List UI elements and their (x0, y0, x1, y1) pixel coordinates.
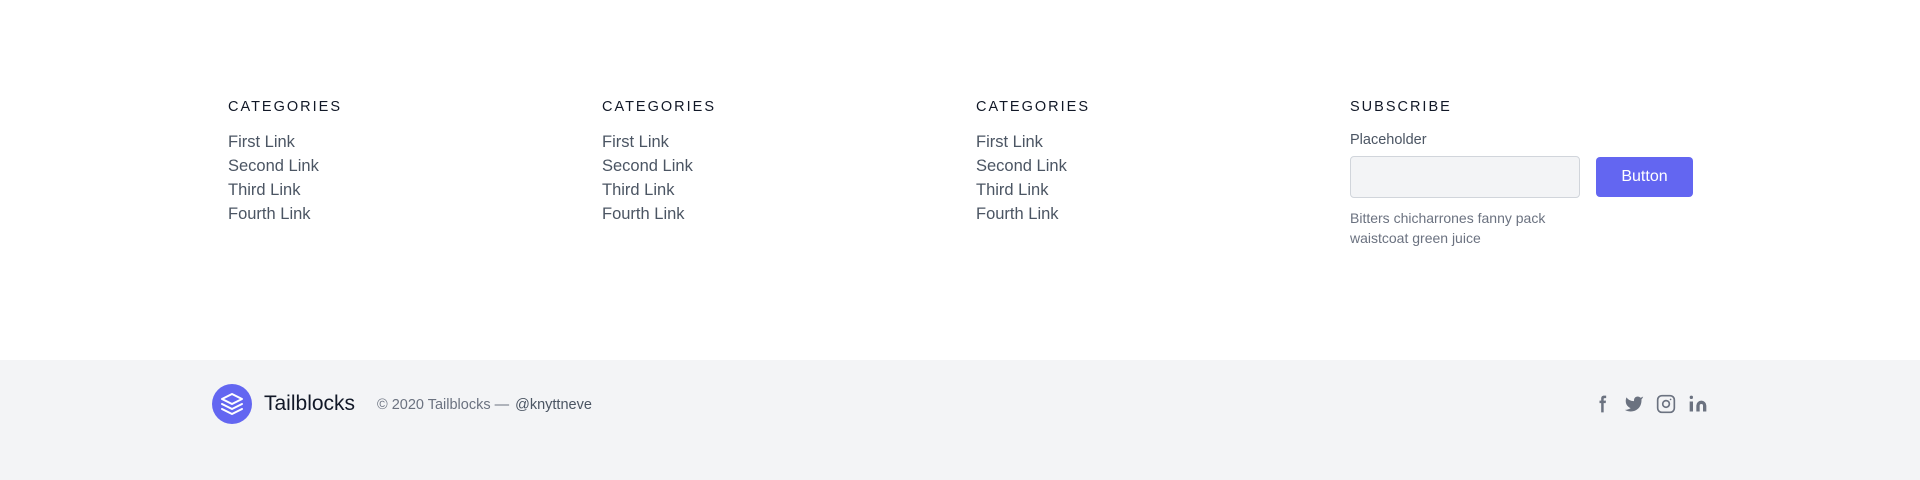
footer-link[interactable]: Third Link (228, 178, 342, 202)
link-column-3: CATEGORIES First Link Second Link Third … (976, 98, 1090, 226)
subscribe-column: SUBSCRIBE Placeholder Button Bitters chi… (1350, 98, 1693, 262)
subscribe-label: Placeholder (1350, 132, 1427, 148)
column-heading: CATEGORIES (602, 99, 716, 115)
footer-link[interactable]: Second Link (602, 154, 716, 178)
author-handle-link[interactable]: @knyttneve (515, 397, 592, 413)
copyright: © 2020 Tailblocks — @knyttneve (377, 395, 592, 415)
link-list: First Link Second Link Third Link Fourth… (602, 130, 716, 226)
brand-name: Tailblocks (264, 392, 356, 415)
copyright-text: © 2020 Tailblocks — (377, 397, 510, 413)
subscribe-heading: SUBSCRIBE (1350, 99, 1452, 115)
footer-link[interactable]: First Link (976, 130, 1090, 154)
footer-link[interactable]: Third Link (976, 178, 1090, 202)
subscribe-button[interactable]: Button (1596, 157, 1693, 197)
instagram-icon[interactable] (1656, 394, 1676, 414)
footer-link[interactable]: First Link (602, 130, 716, 154)
link-list: First Link Second Link Third Link Fourth… (228, 130, 342, 226)
footer-link[interactable]: Fourth Link (976, 202, 1090, 226)
footer-link[interactable]: Third Link (602, 178, 716, 202)
footer-link[interactable]: Second Link (228, 154, 342, 178)
footer-link[interactable]: First Link (228, 130, 342, 154)
column-heading: CATEGORIES (228, 99, 342, 115)
subscribe-input[interactable] (1350, 156, 1580, 198)
subscribe-row: Button (1350, 156, 1693, 198)
footer-top: CATEGORIES First Link Second Link Third … (0, 0, 1920, 360)
twitter-icon[interactable] (1624, 394, 1644, 414)
brand-link[interactable]: Tailblocks (212, 384, 355, 424)
footer-link[interactable]: Second Link (976, 154, 1090, 178)
linkedin-icon[interactable] (1688, 394, 1708, 414)
link-list: First Link Second Link Third Link Fourth… (976, 130, 1090, 226)
column-heading: CATEGORIES (976, 99, 1090, 115)
facebook-icon[interactable] (1592, 394, 1612, 414)
footer-link[interactable]: Fourth Link (228, 202, 342, 226)
footer-bottom: Tailblocks © 2020 Tailblocks — @knyttneve (0, 360, 1920, 480)
link-column-1: CATEGORIES First Link Second Link Third … (228, 98, 342, 226)
social-links (1580, 394, 1708, 414)
subscribe-description: Bitters chicharrones fanny pack waistcoa… (1350, 210, 1546, 246)
link-column-2: CATEGORIES First Link Second Link Third … (602, 98, 716, 226)
layers-logo-icon (212, 384, 252, 424)
footer-link[interactable]: Fourth Link (602, 202, 716, 226)
